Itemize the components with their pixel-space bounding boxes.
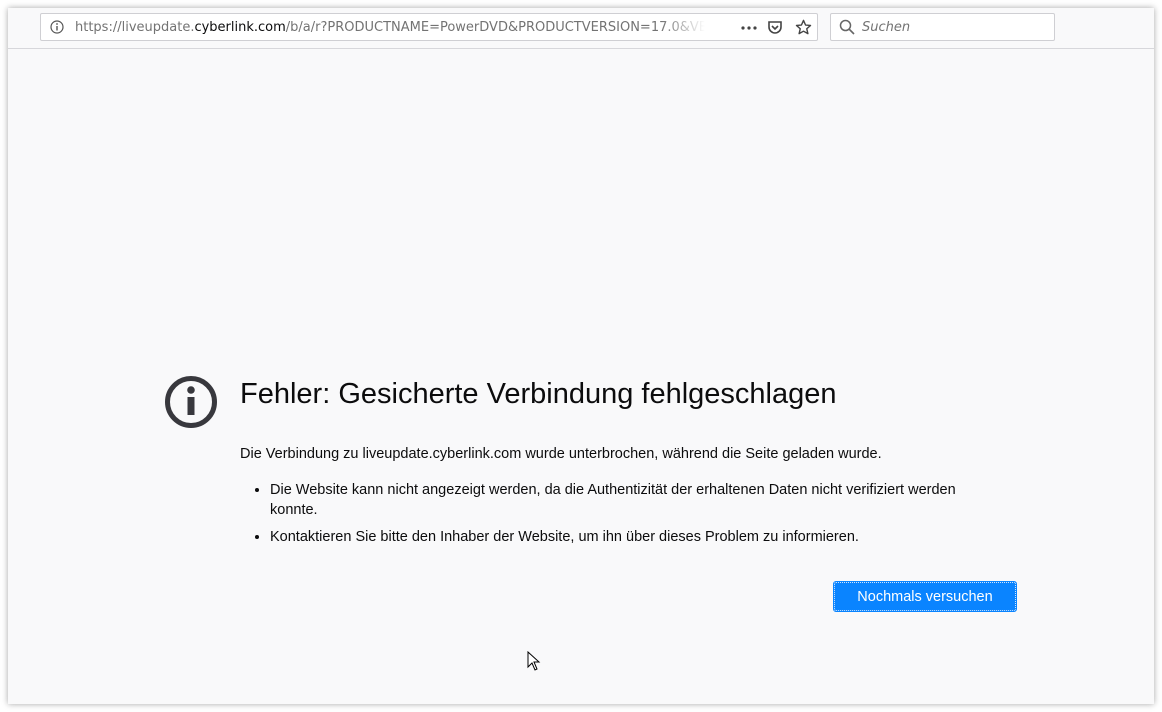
url-prefix: https://liveupdate. [75,20,195,35]
page-title: Fehler: Gesicherte Verbindung fehlgeschl… [240,378,837,410]
url-domain: cyberlink.com [194,20,286,35]
search-placeholder: Suchen [862,20,911,35]
more-icon[interactable] [739,20,759,36]
error-description: Die Verbindung zu liveupdate.cyberlink.c… [240,446,882,462]
search-input[interactable]: Suchen [830,13,1055,41]
toolbar: https://liveupdate.cyberlink.com/b/a/r?P… [8,8,1154,49]
url-suffix: /b/a/r?PRODUCTNAME=PowerDVD&PRODUCTVERSI… [285,20,705,35]
error-info-icon [164,375,218,433]
list-item: Kontaktieren Sie bitte den Inhaber der W… [270,527,1000,547]
address-bar[interactable]: https://liveupdate.cyberlink.com/b/a/r?P… [40,13,818,41]
list-item: Die Website kann nicht angezeigt werden,… [270,480,1000,520]
browser-window: https://liveupdate.cyberlink.com/b/a/r?P… [8,8,1154,704]
star-icon[interactable] [795,19,812,36]
search-icon [839,19,855,35]
url-text[interactable]: https://liveupdate.cyberlink.com/b/a/r?P… [75,20,705,35]
pocket-icon[interactable] [767,19,783,35]
retry-button[interactable]: Nochmals versuchen [833,581,1017,612]
error-details-list: Die Website kann nicht angezeigt werden,… [240,480,1000,554]
info-icon[interactable] [50,20,64,34]
mouse-cursor-icon [527,650,541,675]
